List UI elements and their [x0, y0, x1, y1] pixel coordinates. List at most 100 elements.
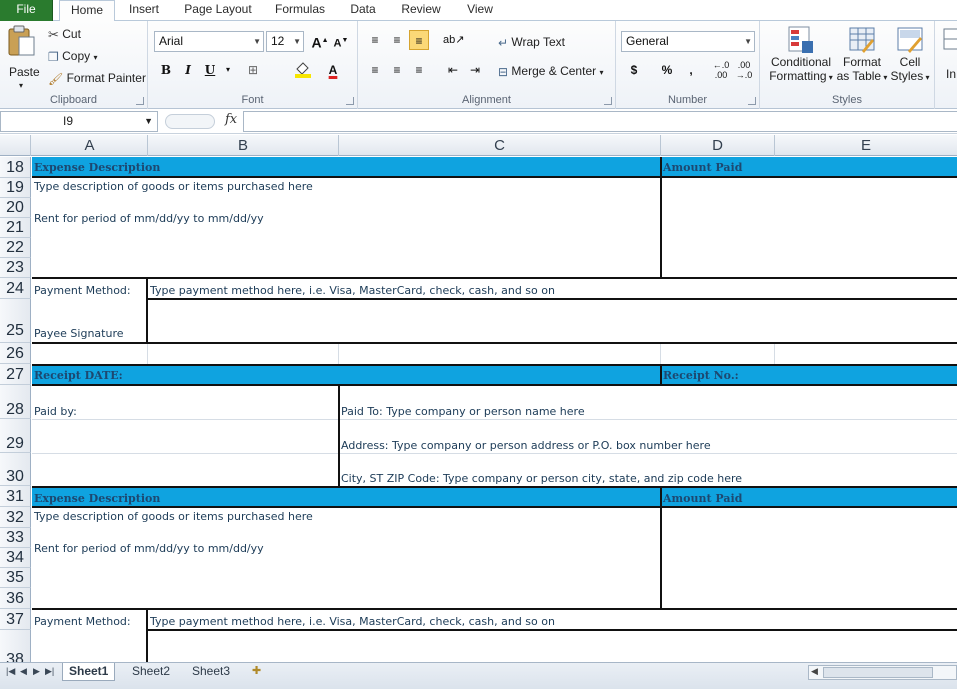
amount-paid-header-1[interactable]: Amount Paid — [663, 161, 742, 174]
insert-cells-button[interactable]: In — [940, 27, 957, 89]
bold-button[interactable]: B — [156, 60, 176, 80]
tab-page-layout[interactable]: Page Layout — [183, 0, 253, 21]
column-header-c[interactable]: C — [339, 135, 661, 156]
insert-function-icon[interactable]: fx — [225, 112, 237, 127]
align-bottom-icon[interactable]: ≡ — [409, 30, 429, 50]
payment-method-label-2[interactable]: Payment Method: — [34, 615, 131, 628]
fill-color-icon[interactable] — [293, 60, 313, 80]
row-header-26[interactable]: 26 — [0, 343, 31, 364]
tab-file[interactable]: File — [0, 0, 53, 21]
last-sheet-icon[interactable]: ▶| — [45, 666, 54, 677]
row-header-31[interactable]: 31 — [0, 486, 31, 507]
row-header-35[interactable]: 35 — [0, 568, 31, 588]
row-header-32[interactable]: 32 — [0, 507, 31, 528]
merge-center-button[interactable]: ⊟ Merge & Center ▾ — [498, 64, 603, 80]
horizontal-scrollbar[interactable]: ◀ — [808, 665, 957, 680]
payment-method-cell-1[interactable]: Type payment method here, i.e. Visa, Mas… — [150, 284, 555, 297]
receipt-number-header[interactable]: Receipt No.: — [663, 369, 739, 382]
payee-signature-label[interactable]: Payee Signature — [34, 327, 124, 340]
description-cell-1[interactable]: Type description of goods or items purch… — [34, 180, 313, 193]
tab-formulas[interactable]: Formulas — [272, 0, 328, 21]
borders-icon[interactable]: ⊞ — [243, 60, 263, 80]
row-header-22[interactable]: 22 — [0, 238, 31, 258]
prev-sheet-icon[interactable]: ◀ — [20, 666, 27, 677]
select-all-corner[interactable] — [0, 135, 31, 156]
rent-period-cell-2[interactable]: Rent for period of mm/dd/yy to mm/dd/yy — [34, 542, 264, 555]
cut-button[interactable]: ✂ Cut — [48, 27, 81, 42]
scroll-thumb[interactable] — [823, 667, 933, 678]
worksheet-grid[interactable]: 18 19 20 21 22 23 24 25 26 27 28 29 30 3… — [0, 157, 957, 662]
next-sheet-icon[interactable]: ▶ — [33, 666, 40, 677]
formula-bar-splitter[interactable] — [165, 114, 215, 129]
sheet-tab-1[interactable]: Sheet1 — [62, 663, 116, 681]
row-header-38[interactable]: 38 — [0, 630, 31, 662]
column-header-b[interactable]: B — [148, 135, 339, 156]
address-cell[interactable]: Address: Type company or person address … — [341, 439, 711, 452]
alignment-launcher-icon[interactable] — [604, 97, 612, 105]
tab-insert[interactable]: Insert — [128, 0, 160, 21]
orientation-icon[interactable]: ab↗ — [443, 30, 464, 50]
align-center-icon[interactable]: ≡ — [387, 60, 407, 80]
italic-button[interactable]: I — [178, 60, 198, 80]
amount-paid-header-2[interactable]: Amount Paid — [663, 492, 742, 505]
number-format-select[interactable]: General ▼ — [621, 31, 755, 52]
row-header-27[interactable]: 27 — [0, 364, 31, 385]
column-header-a[interactable]: A — [32, 135, 148, 156]
font-size-select[interactable]: 12 ▼ — [266, 31, 304, 52]
font-launcher-icon[interactable] — [346, 97, 354, 105]
increase-indent-icon[interactable]: ⇥ — [465, 60, 485, 80]
percent-button[interactable]: % — [657, 60, 677, 80]
decrease-decimal-icon[interactable]: .00 →.0 — [734, 60, 754, 80]
paid-by-label[interactable]: Paid by: — [34, 405, 77, 418]
first-sheet-icon[interactable]: |◀ — [6, 666, 15, 677]
scroll-left-icon[interactable]: ◀ — [811, 666, 818, 677]
row-header-20[interactable]: 20 — [0, 198, 31, 218]
insert-sheet-icon[interactable]: ✚ — [246, 663, 267, 681]
font-color-icon[interactable]: A — [323, 60, 343, 80]
cell-styles-button[interactable]: Cell Styles ▾ — [888, 25, 932, 87]
name-box-dropdown-icon[interactable]: ▼ — [144, 112, 153, 131]
row-header-21[interactable]: 21 — [0, 218, 31, 238]
comma-button[interactable]: , — [681, 60, 701, 80]
shrink-font-icon[interactable]: A▼ — [331, 31, 351, 51]
align-right-icon[interactable]: ≡ — [409, 60, 429, 80]
row-header-33[interactable]: 33 — [0, 528, 31, 548]
payment-method-label-1[interactable]: Payment Method: — [34, 284, 131, 297]
align-middle-icon[interactable]: ≡ — [387, 30, 407, 50]
formula-input[interactable] — [243, 111, 957, 132]
row-header-25[interactable]: 25 — [0, 299, 31, 343]
row-header-36[interactable]: 36 — [0, 588, 31, 609]
tab-home[interactable]: Home — [59, 0, 115, 22]
clipboard-launcher-icon[interactable] — [136, 97, 144, 105]
font-name-select[interactable]: Arial ▼ — [154, 31, 264, 52]
row-header-23[interactable]: 23 — [0, 258, 31, 278]
paste-button[interactable]: Paste ▾ — [4, 25, 40, 90]
column-header-d[interactable]: D — [661, 135, 775, 156]
underline-dropdown-icon[interactable]: ▾ — [218, 60, 238, 80]
paid-to-cell[interactable]: Paid To: Type company or person name her… — [341, 405, 585, 418]
align-top-icon[interactable]: ≡ — [365, 30, 385, 50]
conditional-formatting-button[interactable]: Conditional Formatting ▾ — [766, 25, 836, 87]
row-header-29[interactable]: 29 — [0, 419, 31, 453]
row-header-24[interactable]: 24 — [0, 278, 31, 299]
city-state-zip-cell[interactable]: City, ST ZIP Code: Type company or perso… — [341, 472, 742, 485]
row-header-28[interactable]: 28 — [0, 385, 31, 419]
format-painter-button[interactable]: 🖌 Format Painter — [48, 71, 146, 86]
row-header-19[interactable]: 19 — [0, 178, 31, 198]
row-header-34[interactable]: 34 — [0, 548, 31, 568]
tab-review[interactable]: Review — [400, 0, 442, 21]
copy-button[interactable]: ❐ Copy ▾ — [48, 49, 97, 65]
sheet-tab-3[interactable]: Sheet3 — [186, 663, 236, 681]
row-header-18[interactable]: 18 — [0, 157, 31, 178]
sheet-tab-2[interactable]: Sheet2 — [126, 663, 176, 681]
currency-button[interactable]: $ — [624, 60, 644, 80]
wrap-text-button[interactable]: ↵ Wrap Text — [498, 35, 565, 50]
number-launcher-icon[interactable] — [748, 97, 756, 105]
name-box[interactable]: I9 ▼ — [0, 111, 158, 132]
expense-description-header-2[interactable]: Expense Description — [34, 492, 160, 505]
grow-font-icon[interactable]: A▲ — [310, 31, 330, 51]
tab-data[interactable]: Data — [348, 0, 378, 21]
receipt-date-header[interactable]: Receipt DATE: — [34, 369, 123, 382]
rent-period-cell-1[interactable]: Rent for period of mm/dd/yy to mm/dd/yy — [34, 212, 264, 225]
decrease-indent-icon[interactable]: ⇤ — [443, 60, 463, 80]
